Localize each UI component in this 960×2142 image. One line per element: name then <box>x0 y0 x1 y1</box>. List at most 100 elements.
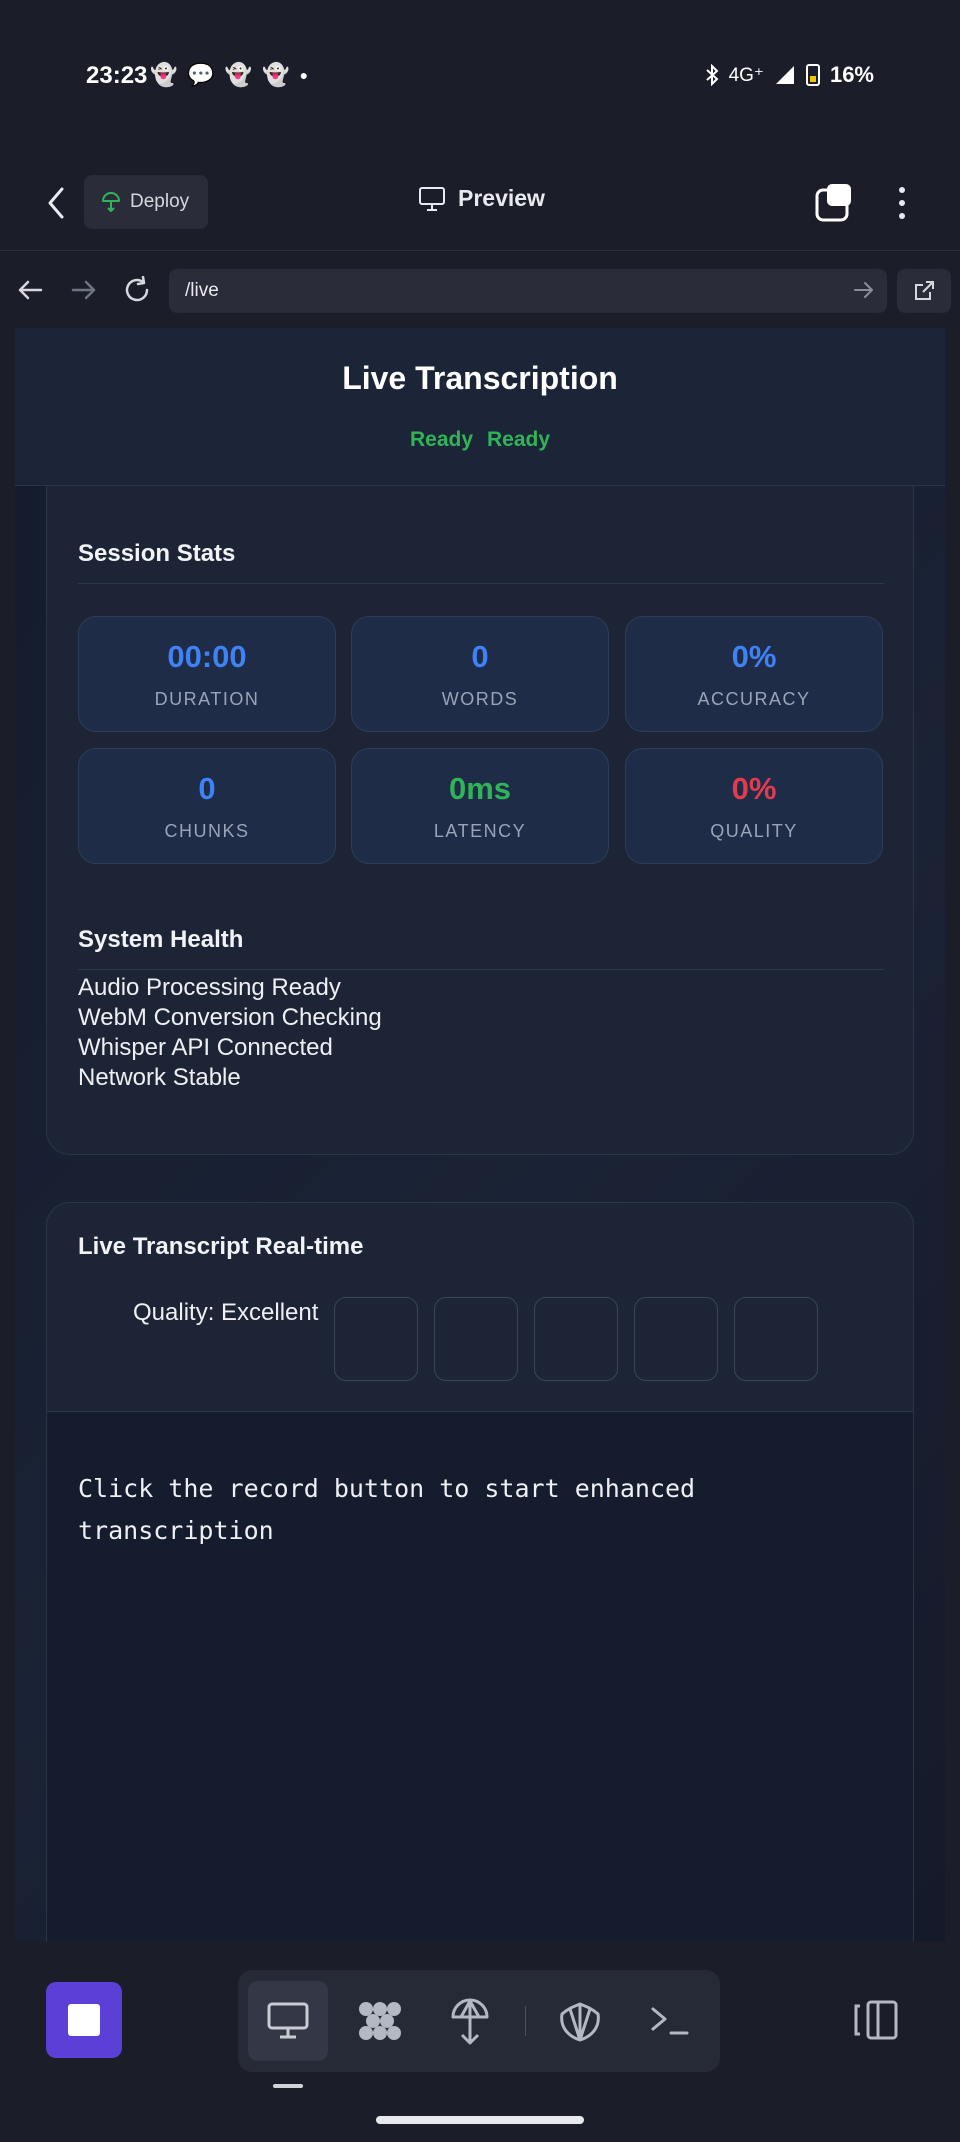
back-button[interactable] <box>38 181 74 225</box>
session-stats-title: Session Stats <box>78 540 236 567</box>
stat-quality: 0% QUALITY <box>625 748 883 864</box>
stat-label: WORDS <box>441 689 519 709</box>
home-indicator[interactable] <box>376 2116 584 2124</box>
battery-icon <box>805 64 820 86</box>
health-item: Audio Processing Ready <box>78 974 341 1001</box>
session-stats-card: Session Stats 00:00 DURATION 0 WORDS 0% … <box>46 486 914 1155</box>
terminal-icon <box>651 2007 689 2035</box>
chevron-left-icon <box>48 187 64 219</box>
status-row: Ready Ready <box>15 428 945 452</box>
url-text: /live <box>185 280 219 301</box>
quality-bar-segment <box>534 1297 619 1381</box>
notification-icons: 👻 💬 👻 👻 ● <box>150 64 308 86</box>
transcript-area[interactable]: Click the record button to start enhance… <box>47 1411 913 1942</box>
arrow-right-icon <box>71 280 96 300</box>
deploy-tool-button[interactable] <box>430 1981 510 2061</box>
health-item: WebM Conversion Checking <box>78 1004 382 1031</box>
stat-value: 00:00 <box>167 639 247 674</box>
system-health-list: Audio Processing Ready WebM Conversion C… <box>78 973 382 1093</box>
health-item: Whisper API Connected <box>78 1034 333 1061</box>
page-title: Live Transcription <box>342 360 618 396</box>
stat-latency: 0ms LATENCY <box>351 748 609 864</box>
stat-value: 0ms <box>448 771 512 806</box>
browser-back-button[interactable] <box>12 272 48 308</box>
more-options-button[interactable] <box>880 181 924 225</box>
stat-value: 0% <box>731 771 777 806</box>
workflows-icon <box>359 2002 401 2040</box>
status-badge: Ready <box>409 428 473 451</box>
reload-button[interactable] <box>119 272 155 308</box>
monitor-icon <box>267 2002 309 2039</box>
preview-title: Preview <box>418 185 545 212</box>
stat-value: 0% <box>731 639 777 674</box>
network-type: 4G⁺ <box>728 64 764 86</box>
quality-bar-segment <box>334 1297 419 1381</box>
web-content: Live Transcription Ready Ready Session S… <box>15 328 945 1942</box>
stop-icon <box>68 2004 100 2036</box>
stat-label: CHUNKS <box>164 821 250 841</box>
stat-chunks: 0 CHUNKS <box>78 748 336 864</box>
divider <box>78 969 884 970</box>
stat-value: 0 <box>471 639 489 674</box>
shell-icon <box>560 2002 600 2042</box>
bluetooth-icon <box>705 64 719 86</box>
stat-accuracy: 0% ACCURACY <box>625 616 883 732</box>
deploy-button[interactable]: Deploy <box>84 175 208 229</box>
browser-toolbar: /live <box>0 252 960 328</box>
stat-label: QUALITY <box>710 821 798 841</box>
open-external-button[interactable] <box>897 269 951 313</box>
tool-switcher <box>238 1970 720 2072</box>
status-badge: Ready <box>487 428 551 451</box>
chat-bubble-icon: 💬 <box>187 62 215 87</box>
quality-label: Quality: Excellent <box>133 1299 319 1326</box>
deploy-label: Deploy <box>130 191 190 212</box>
browser-forward-button[interactable] <box>66 272 102 308</box>
dot-icon: ● <box>299 67 309 83</box>
system-health-title: System Health <box>78 926 244 953</box>
arrow-left-icon <box>18 280 43 300</box>
live-transcript-card: Live Transcript Real-time Quality: Excel… <box>46 1202 914 1942</box>
external-link-icon <box>915 281 934 300</box>
terminal-tool-button[interactable] <box>630 1981 710 2061</box>
monitor-icon <box>419 186 445 211</box>
app-header: Deploy Preview <box>0 155 960 251</box>
quality-bar-segment <box>434 1297 519 1381</box>
stat-label: LATENCY <box>433 821 527 841</box>
stat-value: 0 <box>198 771 216 806</box>
signal-icon <box>775 66 794 84</box>
divider <box>525 2006 526 2036</box>
status-indicators: 4G⁺ 16% <box>705 62 874 88</box>
quality-row: Quality: Excellent <box>133 1297 819 1381</box>
battery-level: 16% <box>829 62 874 87</box>
stat-label: DURATION <box>154 689 260 709</box>
tabs-icon[interactable] <box>815 182 855 222</box>
stop-button[interactable] <box>46 1982 122 2058</box>
quality-bar-segment <box>734 1297 819 1381</box>
bottom-toolbar <box>0 1942 960 2142</box>
snapchat-ghost-icon: 👻 <box>224 62 253 87</box>
agent-tool-button[interactable] <box>540 1981 620 2061</box>
go-arrow-icon[interactable] <box>853 279 875 301</box>
workflows-tool-button[interactable] <box>340 1981 420 2061</box>
status-bar: 23:23 👻 💬 👻 👻 ● 4G⁺ 16% <box>0 0 960 155</box>
panel-toggle-icon[interactable] <box>852 1998 900 2042</box>
snapchat-ghost-icon: 👻 <box>150 62 178 87</box>
reload-icon <box>125 276 149 302</box>
preview-label: Preview <box>458 185 545 211</box>
quality-bar-segment <box>634 1297 719 1381</box>
transcript-placeholder: Click the record button to start enhance… <box>78 1474 696 1545</box>
active-tab-indicator <box>273 2084 303 2088</box>
preview-tool-button[interactable] <box>248 1981 328 2061</box>
snapchat-ghost-icon: 👻 <box>262 62 290 87</box>
deploy-icon <box>102 192 120 212</box>
stat-duration: 00:00 DURATION <box>78 616 336 732</box>
divider <box>78 583 884 584</box>
page-header: Live Transcription Ready Ready <box>15 328 945 486</box>
status-time: 23:23 <box>86 62 148 89</box>
live-transcript-title: Live Transcript Real-time <box>78 1233 364 1260</box>
deploy-icon <box>451 1998 489 2045</box>
stat-label: ACCURACY <box>697 689 811 709</box>
health-item: Network Stable <box>78 1064 241 1091</box>
url-input[interactable]: /live <box>169 269 887 313</box>
stat-words: 0 WORDS <box>351 616 609 732</box>
